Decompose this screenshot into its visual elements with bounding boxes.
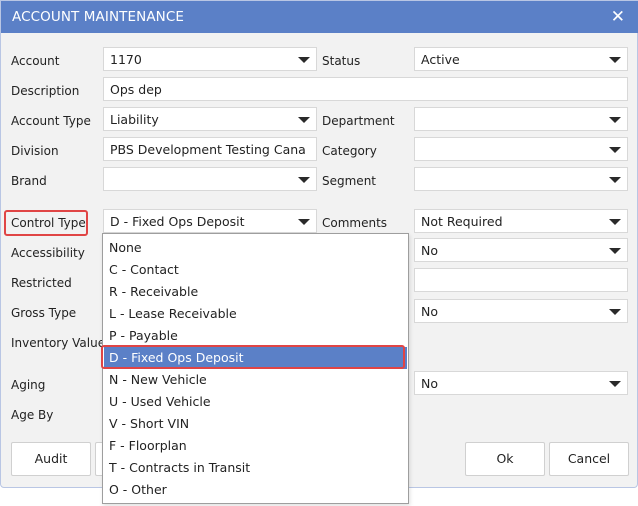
dropdown-option[interactable]: F - Floorplan	[104, 435, 407, 457]
aging-value: No	[421, 376, 438, 391]
dropdown-option-selected[interactable]: D - Fixed Ops Deposit	[104, 347, 407, 369]
chevron-down-icon	[298, 117, 310, 123]
label-restricted: Restricted	[11, 276, 72, 290]
status-value: Active	[421, 52, 460, 67]
accessibility-value: No	[421, 243, 438, 258]
dropdown-option[interactable]: L - Lease Receivable	[104, 303, 407, 325]
label-account: Account	[11, 54, 60, 68]
restricted-input[interactable]	[414, 268, 628, 292]
dialog-title: ACCOUNT MAINTENANCE	[12, 9, 185, 25]
chevron-down-icon	[609, 309, 621, 315]
title-bar: ACCOUNT MAINTENANCE ✕	[1, 1, 638, 33]
dropdown-option[interactable]: C - Contact	[104, 259, 407, 281]
chevron-down-icon	[609, 177, 621, 183]
label-accessibility: Accessibility	[11, 246, 85, 260]
chevron-down-icon	[609, 57, 621, 63]
label-department: Department	[322, 114, 395, 128]
category-select[interactable]	[414, 137, 628, 161]
ok-button[interactable]: Ok	[465, 442, 545, 476]
label-description: Description	[11, 84, 80, 98]
aging-select[interactable]: No	[414, 371, 628, 395]
dropdown-option[interactable]: R - Receivable	[104, 281, 407, 303]
comments-select[interactable]: Not Required	[414, 209, 628, 233]
chevron-down-icon	[609, 381, 621, 387]
label-brand: Brand	[11, 174, 47, 188]
control-type-select[interactable]: D - Fixed Ops Deposit	[103, 209, 317, 233]
dropdown-option[interactable]: P - Payable	[104, 325, 407, 347]
dropdown-option[interactable]: V - Short VIN	[104, 413, 407, 435]
chevron-down-icon	[609, 248, 621, 254]
control-type-dropdown-list: None C - Contact R - Receivable L - Leas…	[102, 233, 409, 504]
chevron-down-icon	[298, 57, 310, 63]
cancel-button[interactable]: Cancel	[549, 442, 629, 476]
division-value: PBS Development Testing Cana	[110, 142, 306, 157]
account-type-select[interactable]: Liability	[103, 107, 317, 131]
label-inventory-value: Inventory Value	[11, 336, 106, 350]
dropdown-option[interactable]: U - Used Vehicle	[104, 391, 407, 413]
label-aging: Aging	[11, 378, 46, 392]
chevron-down-icon	[298, 219, 310, 225]
account-value: 1170	[110, 52, 142, 67]
audit-button[interactable]: Audit	[11, 442, 91, 476]
gross-type-value: No	[421, 304, 438, 319]
description-input[interactable]: Ops dep	[103, 77, 628, 101]
control-type-highlight	[4, 210, 88, 236]
dropdown-option[interactable]: O - Other	[104, 479, 407, 501]
segment-select[interactable]	[414, 167, 628, 191]
division-input[interactable]: PBS Development Testing Cana	[103, 137, 317, 161]
chevron-down-icon	[609, 147, 621, 153]
accessibility-select[interactable]: No	[414, 238, 628, 262]
label-category: Category	[322, 144, 377, 158]
comments-value: Not Required	[421, 214, 503, 229]
dropdown-option[interactable]: N - New Vehicle	[104, 369, 407, 391]
control-type-value: D - Fixed Ops Deposit	[110, 214, 245, 229]
brand-select[interactable]	[103, 167, 317, 191]
label-account-type: Account Type	[11, 114, 91, 128]
label-gross-type: Gross Type	[11, 306, 77, 320]
chevron-down-icon	[609, 117, 621, 123]
status-select[interactable]: Active	[414, 47, 628, 71]
label-age-by: Age By	[11, 408, 54, 422]
description-value: Ops dep	[110, 82, 162, 97]
dropdown-option[interactable]: None	[104, 237, 407, 259]
gross-type-select[interactable]: No	[414, 299, 628, 323]
account-select[interactable]: 1170	[103, 47, 317, 71]
label-segment: Segment	[322, 174, 376, 188]
label-comments: Comments	[322, 216, 388, 230]
label-division: Division	[11, 144, 59, 158]
department-select[interactable]	[414, 107, 628, 131]
chevron-down-icon	[609, 219, 621, 225]
dropdown-option[interactable]: T - Contracts in Transit	[104, 457, 407, 479]
label-status: Status	[322, 54, 361, 68]
chevron-down-icon	[298, 177, 310, 183]
close-icon[interactable]: ✕	[611, 7, 625, 27]
account-type-value: Liability	[110, 112, 159, 127]
